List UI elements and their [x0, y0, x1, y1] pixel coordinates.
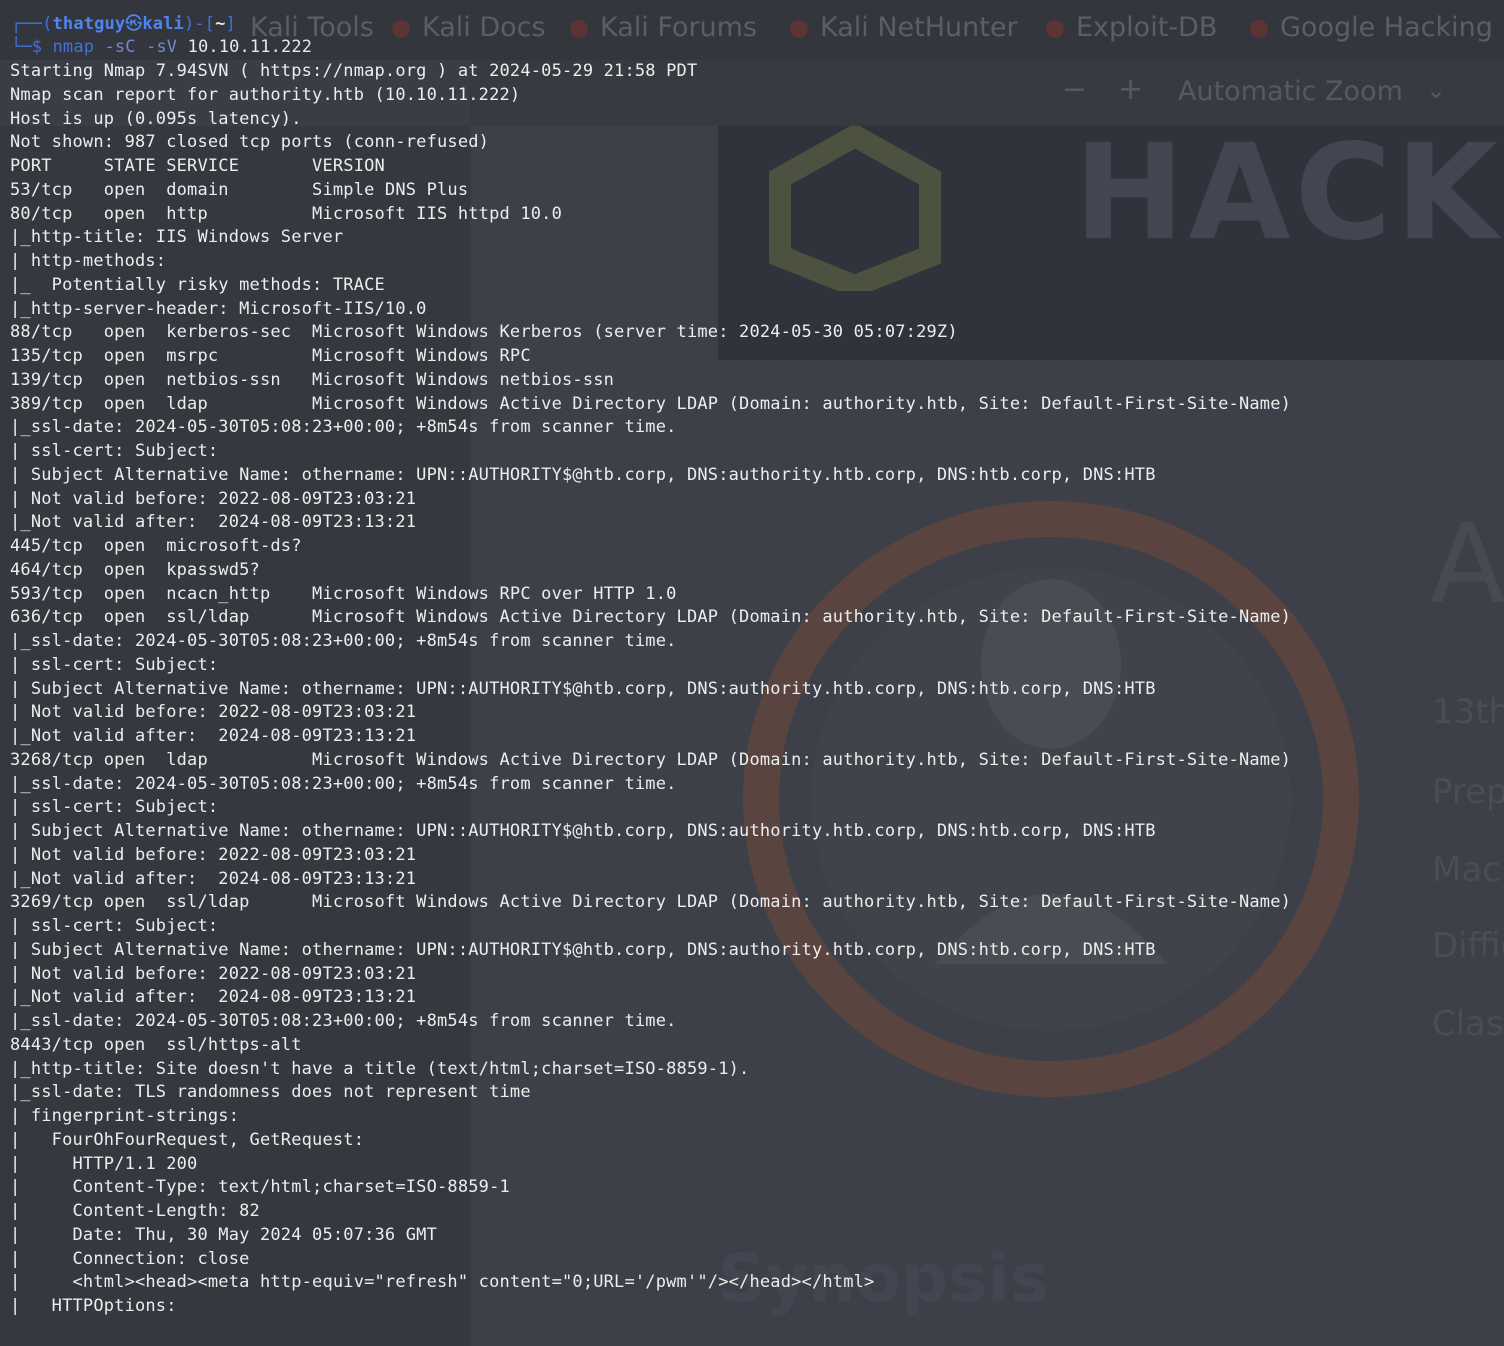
output-line: 139/tcp open netbios-ssn Microsoft Windo…: [10, 369, 615, 390]
command-line[interactable]: └─$ nmap -sC -sV 10.10.11.222: [11, 37, 312, 57]
output-line: 88/tcp open kerberos-sec Microsoft Windo…: [10, 322, 958, 343]
output-line: | HTTPOptions:: [10, 1296, 177, 1316]
output-line: Nmap scan report for authority.htb (10.1…: [10, 84, 521, 105]
output-line: | HTTP/1.1 200: [10, 1153, 198, 1174]
prompt-dir: ~: [215, 14, 226, 34]
output-line: 3268/tcp open ldap Microsoft Windows Act…: [10, 749, 1292, 770]
output-line: | Not valid before: 2022-08-09T23:03:21: [10, 844, 417, 865]
output-line: |_ssl-date: 2024-05-30T05:08:23+00:00; +…: [10, 631, 677, 651]
output-line: | Subject Alternative Name: othername: U…: [10, 821, 1156, 841]
output-line: | FourOhFourRequest, GetRequest:: [10, 1129, 365, 1150]
output-line: | Date: Thu, 30 May 2024 05:07:36 GMT: [10, 1224, 438, 1245]
output-line: 135/tcp open msrpc Microsoft Windows RPC: [10, 346, 531, 366]
prompt-host: kali: [142, 14, 184, 34]
output-line: Starting Nmap 7.94SVN ( https://nmap.org…: [10, 61, 698, 81]
output-line: |_ Potentially risky methods: TRACE: [10, 274, 385, 295]
prompt-line: ┌──(thatguy㉿kali)-[~]: [11, 14, 236, 34]
output-line: | Content-Type: text/html;charset=ISO-88…: [10, 1177, 510, 1198]
output-line: | Subject Alternative Name: othername: U…: [10, 464, 1156, 485]
output-line: | ssl-cert: Subject:: [10, 916, 219, 936]
output-line: | Content-Length: 82: [10, 1201, 260, 1221]
output-line: 389/tcp open ldap Microsoft Windows Acti…: [10, 393, 1292, 414]
output-line: |_ssl-date: 2024-05-30T05:08:23+00:00; +…: [10, 1011, 677, 1031]
output-line: | ssl-cert: Subject:: [10, 797, 219, 818]
output-line: PORT STATE SERVICE VERSION: [10, 156, 385, 176]
output-line: 445/tcp open microsoft-ds?: [10, 536, 302, 556]
terminal-window[interactable]: ┌──(thatguy㉿kali)-[~] └─$ nmap -sC -sV 1…: [0, 0, 1504, 1346]
output-line: |_http-title: IIS Windows Server: [10, 227, 344, 248]
output-line: Not shown: 987 closed tcp ports (conn-re…: [10, 132, 490, 153]
output-line: | ssl-cert: Subject:: [10, 654, 219, 675]
output-line: |_Not valid after: 2024-08-09T23:13:21: [10, 868, 417, 889]
output-line: 80/tcp open http Microsoft IIS httpd 10.…: [10, 203, 562, 224]
prompt-corner: └─$: [11, 37, 53, 57]
output-line: |_ssl-date: 2024-05-30T05:08:23+00:00; +…: [10, 417, 677, 438]
output-line: 3269/tcp open ssl/ldap Microsoft Windows…: [10, 892, 1292, 913]
prompt-user: thatguy: [52, 14, 126, 34]
output-line: |_Not valid after: 2024-08-09T23:13:21: [10, 726, 417, 746]
output-line: |_Not valid after: 2024-08-09T23:13:21: [10, 987, 417, 1008]
command-flags: -sC -sV: [94, 37, 188, 57]
scan-output: Starting Nmap 7.94SVN ( https://nmap.org…: [10, 60, 1291, 1319]
output-line: | Not valid before: 2022-08-09T23:03:21: [10, 702, 417, 723]
output-line: |_http-server-header: Microsoft-IIS/10.0: [10, 298, 427, 319]
output-line: 53/tcp open domain Simple DNS Plus: [10, 179, 469, 200]
output-line: 464/tcp open kpasswd5?: [10, 559, 260, 580]
output-line: | Subject Alternative Name: othername: U…: [10, 678, 1156, 699]
output-line: | ssl-cert: Subject:: [10, 441, 219, 461]
output-line: |_ssl-date: 2024-05-30T05:08:23+00:00; +…: [10, 773, 677, 794]
output-line: 8443/tcp open ssl/https-alt: [10, 1034, 302, 1055]
output-line: | Not valid before: 2022-08-09T23:03:21: [10, 963, 417, 984]
output-line: 593/tcp open ncacn_http Microsoft Window…: [10, 583, 677, 604]
output-line: | Not valid before: 2022-08-09T23:03:21: [10, 488, 417, 509]
output-line: | http-methods:: [10, 251, 167, 271]
output-line: | fingerprint-strings:: [10, 1106, 240, 1126]
command-target: 10.10.11.222: [187, 37, 313, 57]
output-line: | <html><head><meta http-equiv="refresh"…: [10, 1272, 875, 1293]
command-name: nmap: [52, 37, 95, 57]
output-line: | Connection: close: [10, 1248, 250, 1269]
output-line: |_http-title: Site doesn't have a title …: [10, 1058, 750, 1079]
output-line: 636/tcp open ssl/ldap Microsoft Windows …: [10, 607, 1292, 628]
output-line: |_ssl-date: TLS randomness does not repr…: [10, 1082, 531, 1103]
output-line: |_Not valid after: 2024-08-09T23:13:21: [10, 512, 417, 533]
prompt-at-icon: ㉿: [125, 14, 143, 34]
output-line: | Subject Alternative Name: othername: U…: [10, 939, 1156, 960]
output-line: Host is up (0.095s latency).: [10, 108, 302, 129]
